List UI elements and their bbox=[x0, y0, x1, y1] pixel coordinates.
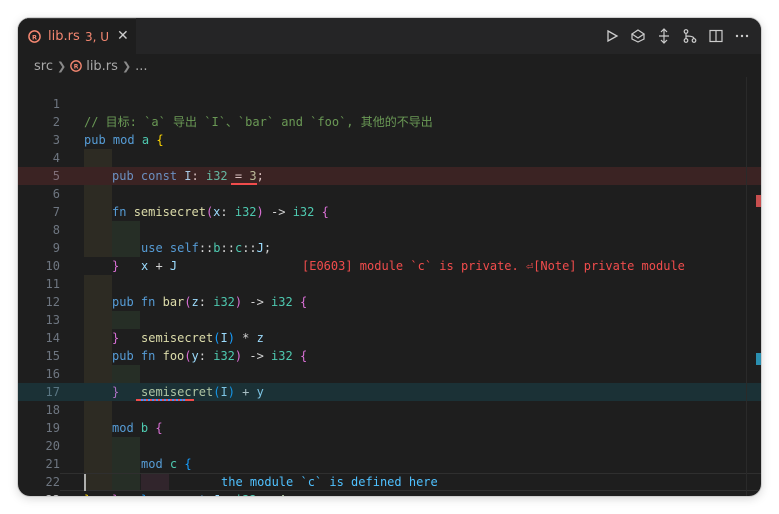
code-line: 3 pub const I: i32 = 3; bbox=[18, 113, 761, 183]
diff-icon[interactable] bbox=[655, 27, 673, 45]
breadcrumb-src[interactable]: src bbox=[34, 59, 53, 74]
code-line: 9 bbox=[18, 221, 761, 255]
svg-text:R: R bbox=[74, 64, 79, 71]
code-line: 22 } bbox=[18, 455, 761, 496]
more-icon[interactable] bbox=[733, 27, 751, 45]
rust-file-icon: R bbox=[70, 60, 83, 72]
code-line: 23 bbox=[18, 473, 761, 496]
tab-lib-rs[interactable]: R lib.rs 3, U ✕ bbox=[18, 18, 136, 54]
info-marker[interactable] bbox=[756, 353, 761, 365]
breadcrumb-symbols[interactable]: ... bbox=[135, 59, 147, 74]
code-line: 13 pub fn foo(y: i32) -> i32 { bbox=[18, 293, 761, 363]
text-cursor bbox=[84, 474, 86, 491]
chevron-right-icon: ❯ bbox=[56, 59, 67, 73]
code-line: 14 semisecret(I) + y bbox=[18, 311, 761, 399]
tab-status: 3, U bbox=[85, 30, 110, 44]
rust-file-icon: R bbox=[28, 30, 41, 43]
close-icon[interactable]: ✕ bbox=[117, 28, 129, 44]
code-text: } bbox=[141, 491, 148, 496]
code-line-error: 6 use self::b::c::J; [E0603] module `c` … bbox=[18, 167, 761, 273]
code-line: 1 // 目标: `a` 导出 `I`、`bar` and `foo`, 其他的… bbox=[18, 77, 761, 129]
code-line: 4 bbox=[18, 131, 761, 165]
code-line: 15 } bbox=[18, 329, 761, 399]
code-text: const J: i32 = 4; bbox=[170, 491, 293, 496]
overview-ruler-divider bbox=[746, 77, 747, 496]
code-line: 2 pub mod a { bbox=[18, 95, 761, 147]
code-line: 19 const J: i32 = 4; bbox=[18, 401, 761, 496]
debug-icon[interactable] bbox=[629, 27, 647, 45]
code-line: 21 } bbox=[18, 437, 761, 496]
source-control-icon[interactable] bbox=[681, 27, 699, 45]
code-line: 10 pub fn bar(z: i32) -> i32 { bbox=[18, 239, 761, 309]
code-line: 16 bbox=[18, 347, 761, 381]
svg-text:R: R bbox=[32, 33, 37, 41]
code-line: 8 } bbox=[18, 203, 761, 273]
overview-ruler[interactable] bbox=[756, 77, 761, 496]
tab-filename: lib.rs bbox=[48, 29, 80, 44]
breadcrumb-file[interactable]: lib.rs bbox=[86, 59, 118, 74]
tab-bar: R lib.rs 3, U ✕ bbox=[18, 18, 761, 54]
code-line: 5 fn semisecret(x: i32) -> i32 { bbox=[18, 149, 761, 219]
run-icon[interactable] bbox=[603, 27, 621, 45]
code-text: } bbox=[112, 491, 119, 496]
code-line: 7 x + J bbox=[18, 185, 761, 273]
editor-actions bbox=[603, 18, 751, 54]
breadcrumb: src ❯ R lib.rs ❯ ... bbox=[18, 54, 761, 78]
line-number: 23 bbox=[18, 491, 60, 496]
code-line-info: 18 mod c { the module `c` is defined her… bbox=[18, 383, 761, 489]
code-editor[interactable]: 1 // 目标: `a` 导出 `I`、`bar` and `foo`, 其他的… bbox=[18, 77, 761, 496]
split-editor-icon[interactable] bbox=[707, 27, 725, 45]
chevron-right-icon: ❯ bbox=[121, 59, 132, 73]
code-line: 20 } bbox=[18, 419, 761, 496]
code-line: 17 mod b { bbox=[18, 365, 761, 435]
editor-window: R lib.rs 3, U ✕ src ❯ R lib.rs ❯ ... 1 /… bbox=[18, 18, 761, 496]
code-text: } bbox=[84, 491, 91, 496]
code-line: 12 } bbox=[18, 275, 761, 345]
code-line: 11 semisecret(I) * z bbox=[18, 257, 761, 345]
error-marker[interactable] bbox=[756, 195, 761, 207]
